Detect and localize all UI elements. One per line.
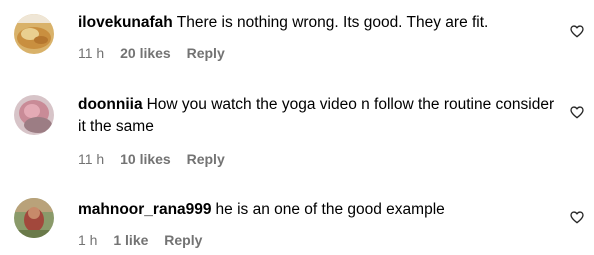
reply-button[interactable]: Reply bbox=[164, 232, 202, 248]
comment-text: doonniia How you watch the yoga video n f… bbox=[78, 94, 558, 138]
heart-icon[interactable] bbox=[569, 209, 585, 225]
comment-text: ilovekunafah There is nothing wrong. Its … bbox=[78, 12, 558, 34]
avatar[interactable] bbox=[14, 95, 54, 135]
comment-time[interactable]: 11 h bbox=[78, 151, 104, 167]
comment-meta: 11 h 20 likes Reply bbox=[78, 45, 237, 61]
avatar[interactable] bbox=[14, 198, 54, 238]
reply-button[interactable]: Reply bbox=[187, 45, 225, 61]
comment-body: There is nothing wrong. Its good. They a… bbox=[176, 14, 489, 31]
heart-icon[interactable] bbox=[569, 104, 585, 120]
comment-meta: 11 h 10 likes Reply bbox=[78, 151, 237, 167]
comment-body: How you watch the yoga video n follow th… bbox=[78, 96, 555, 135]
comment-time[interactable]: 11 h bbox=[78, 45, 104, 61]
comment-likes[interactable]: 20 likes bbox=[120, 45, 171, 61]
reply-button[interactable]: Reply bbox=[187, 151, 225, 167]
comment-likes[interactable]: 1 like bbox=[113, 232, 148, 248]
comment-time[interactable]: 1 h bbox=[78, 232, 97, 248]
heart-icon[interactable] bbox=[569, 23, 585, 39]
comment-meta: 1 h 1 like Reply bbox=[78, 232, 214, 248]
user-avatar-image bbox=[14, 198, 54, 238]
comment-username[interactable]: ilovekunafah bbox=[78, 14, 173, 31]
comment-likes[interactable]: 10 likes bbox=[120, 151, 171, 167]
user-avatar-image bbox=[14, 14, 54, 54]
comment-username[interactable]: doonniia bbox=[78, 96, 143, 113]
comment-text: mahnoor_rana999 he is an one of the good … bbox=[78, 199, 558, 221]
comment-username[interactable]: mahnoor_rana999 bbox=[78, 201, 212, 218]
comment-body: he is an one of the good example bbox=[215, 201, 445, 218]
avatar[interactable] bbox=[14, 14, 54, 54]
user-avatar-image bbox=[14, 95, 54, 135]
